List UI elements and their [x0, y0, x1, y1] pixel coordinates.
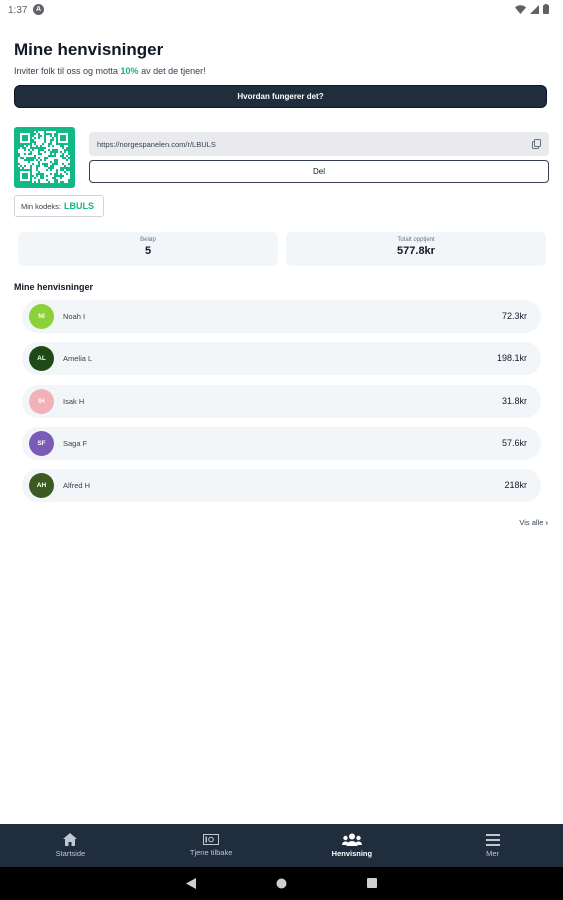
referral-amount: 218kr	[504, 480, 527, 490]
referral-name: Alfred H	[63, 481, 91, 490]
referral-url-field[interactable]: https://norgespanelen.com/r/LBULS	[89, 132, 549, 156]
nav-label: Startside	[55, 849, 86, 858]
see-all-link[interactable]: Vis alle ›	[519, 518, 548, 527]
referral-name: Noah I	[63, 312, 86, 321]
home-icon	[63, 833, 78, 846]
stat-value: 5	[144, 245, 152, 257]
referral-amount: 31.8kr	[501, 396, 527, 406]
status-bar: 1:37 A	[0, 0, 563, 20]
nav-label: Mer	[486, 848, 500, 858]
avatar: IH	[29, 389, 54, 414]
referral-row[interactable]: SF Saga F 57.6kr	[22, 427, 541, 460]
referral-name: Saga F	[63, 439, 88, 448]
stat-label: Beløp	[140, 237, 156, 243]
how-it-works-button[interactable]: Hvordan fungerer det?	[14, 85, 547, 108]
recents-icon[interactable]	[367, 878, 377, 888]
page-title: Mine henvisninger	[14, 40, 164, 59]
referral-code-value: LBULS	[64, 201, 95, 211]
signal-icon	[530, 4, 539, 14]
nav-item-henvisning[interactable]: Henvisning	[282, 824, 423, 867]
avatar: AH	[29, 473, 54, 498]
avatar: NI	[29, 304, 54, 329]
referral-row[interactable]: AL Amelia L 198.1kr	[22, 342, 541, 375]
referral-row[interactable]: AH Alfred H 218kr	[22, 469, 541, 502]
referral-amount: 198.1kr	[496, 353, 527, 363]
back-icon[interactable]	[186, 878, 196, 889]
qr-code	[14, 127, 75, 188]
referral-row[interactable]: NI Noah I 72.3kr	[22, 300, 541, 333]
see-all-label: Vis alle	[519, 518, 544, 527]
chevron-right-icon: ›	[545, 518, 549, 527]
subtitle-percent: 10%	[120, 66, 139, 76]
referral-code-box[interactable]: Min kodeks: LBULS	[14, 195, 104, 217]
referral-code-label: Min kodeks:	[21, 201, 62, 211]
referral-amount: 72.3kr	[501, 311, 527, 321]
page-subtitle: Inviter folk til oss og motta 10% av det…	[14, 66, 206, 76]
status-time: 1:37	[8, 5, 28, 16]
avatar: SF	[29, 431, 54, 456]
nav-item-tjene-tilbake[interactable]: Tjene tilbake	[141, 824, 282, 867]
battery-icon	[543, 4, 549, 14]
avatar: AL	[29, 346, 54, 371]
wifi-icon	[515, 4, 526, 14]
bottom-navigation: Startside Tjene tilbake Henvisning Mer	[0, 824, 563, 867]
stat-label: Totalt opptjent	[397, 237, 435, 243]
status-icons	[515, 4, 549, 14]
referral-amount: 57.6kr	[501, 438, 527, 448]
stat-value: 577.8kr	[397, 245, 435, 257]
cash-icon	[203, 834, 220, 845]
referral-name: Amelia L	[63, 354, 93, 363]
stat-amount: Beløp 5	[18, 232, 278, 266]
system-navigation-bar	[0, 867, 563, 900]
referrals-section-title: Mine henvisninger	[14, 282, 94, 292]
referral-row[interactable]: IH Isak H 31.8kr	[22, 385, 541, 418]
nav-item-mer[interactable]: Mer	[422, 824, 563, 867]
referral-name: Isak H	[63, 397, 85, 406]
subtitle-suffix: av det de tjener!	[138, 66, 206, 76]
qr-code-icon	[18, 131, 70, 183]
referral-url-text: https://norgespanelen.com/r/LBULS	[97, 139, 216, 149]
copy-icon[interactable]	[532, 139, 541, 149]
group-icon	[341, 833, 362, 846]
subtitle-prefix: Inviter folk til oss og motta	[14, 66, 121, 76]
app-notification-icon: A	[33, 4, 44, 15]
nav-label: Henvisning	[331, 849, 373, 858]
share-button[interactable]: Del	[89, 160, 549, 183]
menu-icon	[485, 833, 500, 846]
home-circle-icon[interactable]	[276, 878, 287, 889]
nav-item-startside[interactable]: Startside	[0, 824, 141, 867]
stat-total-earned: Totalt opptjent 577.8kr	[286, 232, 546, 266]
nav-label: Tjene tilbake	[189, 848, 233, 857]
